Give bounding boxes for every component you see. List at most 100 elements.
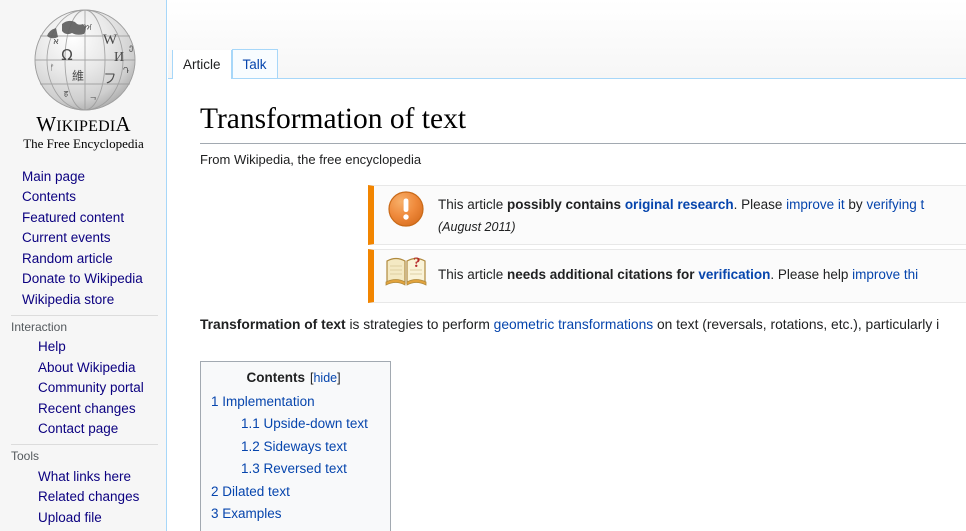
content-area: Article Talk Transformation of text From… — [168, 0, 966, 531]
toc-toggle-bracket-close: ] — [337, 370, 341, 385]
table-of-contents: Contents [hide] 1 Implementation 1.1 Upsi… — [200, 360, 392, 531]
tab-talk[interactable]: Talk — [231, 49, 278, 78]
list-item: Help — [0, 337, 166, 358]
sidebar-heading-tools: Tools — [11, 444, 158, 465]
list-item: Donate to Wikipedia — [0, 269, 166, 290]
sidebar-item-community-portal[interactable]: Community portal — [0, 378, 166, 399]
sidebar-item-recent-changes[interactable]: Recent changes — [0, 398, 166, 419]
ambox-text: This article possibly contains original … — [438, 186, 924, 244]
toc-item-reversed-text: 1.3 Reversed text — [211, 458, 376, 481]
wikipedia-globe-puzzle-icon: W Ω И 維 フ א ਅ ე ᚠ ह ᄀ Դ — [34, 9, 136, 111]
toc-heading: Contents [hide] — [211, 369, 376, 391]
toc-item-implementation: 1 Implementation — [211, 391, 376, 414]
toc-number: 1.3 — [241, 461, 260, 477]
lead-paragraph: Transformation of text is strategies to … — [200, 315, 966, 335]
toc-number: 2 — [211, 483, 219, 499]
lead-part-2: on text (reversals, rotations, etc.), pa… — [653, 316, 940, 332]
toc-number: 1.2 — [241, 438, 260, 454]
toc-link[interactable]: 2 Dilated text — [211, 484, 290, 499]
svg-text:Դ: Դ — [123, 66, 129, 75]
ambox-seg-1: possibly contains — [507, 196, 625, 212]
sidebar-list-interaction: Help About Wikipedia Community portal Re… — [0, 337, 166, 440]
toc-label: Dilated text — [222, 483, 290, 499]
sidebar-item-random-article[interactable]: Random article — [0, 248, 166, 269]
toc-link[interactable]: 3 Examples — [211, 506, 282, 521]
toc-item-sideways-text: 1.2 Sideways text — [211, 436, 376, 459]
sidebar-item-current-events[interactable]: Current events — [0, 228, 166, 249]
ambox-seg-0: This article — [438, 196, 508, 212]
list-item: Community portal — [0, 378, 166, 399]
list-item: Featured content — [0, 207, 166, 228]
list-item: Current events — [0, 228, 166, 249]
ambox-icon-cell — [374, 186, 438, 232]
sidebar-item-what-links-here[interactable]: What links here — [0, 466, 166, 487]
list-item: Recent changes — [0, 398, 166, 419]
list-item: Wikipedia store — [0, 289, 166, 310]
toc-link[interactable]: 1.1 Upside-down text — [241, 416, 368, 431]
ambox-date: (August 2011) — [438, 219, 516, 234]
ambox-icon-cell: ? — [374, 250, 438, 292]
svg-text:ᚠ: ᚠ — [50, 63, 55, 72]
sidebar-item-donate[interactable]: Donate to Wikipedia — [0, 269, 166, 290]
ambox-text: This article needs additional citations … — [438, 250, 918, 291]
toc-item-dilated-text: 2 Dilated text — [211, 481, 376, 504]
toc-link[interactable]: 1.2 Sideways text — [241, 439, 347, 454]
svg-text:フ: フ — [103, 72, 116, 87]
toc-label: Examples — [222, 506, 282, 522]
list-item: About Wikipedia — [0, 357, 166, 378]
toc-item-upside-down-text: 1.1 Upside-down text — [211, 413, 376, 436]
toc-label: Reversed text — [263, 461, 347, 477]
sidebar-section-tools: Tools What links here Related changes Up… — [0, 444, 166, 528]
sidebar-item-wikipedia-store[interactable]: Wikipedia store — [0, 289, 166, 310]
sidebar-item-contents[interactable]: Contents — [0, 187, 166, 208]
svg-text:И: И — [114, 50, 124, 65]
toc-list: 1 Implementation 1.1 Upside-down text 1.… — [211, 391, 376, 531]
ambox-link-improve-it[interactable]: improve it — [786, 197, 845, 212]
sidebar-navigation: Main page Contents Featured content Curr… — [0, 160, 166, 528]
ambox-needs-citations: ? This article needs additional citation… — [368, 248, 966, 303]
toc-number: 3 — [211, 506, 219, 522]
toc-item-examples: 3 Examples — [211, 503, 376, 526]
toc-number: 1 — [211, 393, 219, 409]
lead-link-geometric-transformations[interactable]: geometric transformations — [494, 317, 654, 332]
sidebar-heading-interaction: Interaction — [11, 314, 158, 336]
ambox-seg-3: . Please help — [770, 266, 853, 282]
article-body: Transformation of text From Wikipedia, t… — [168, 101, 966, 531]
sidebar-item-main-page[interactable]: Main page — [0, 166, 166, 187]
toc-label: Implementation — [222, 393, 315, 409]
sidebar-list-navigation: Main page Contents Featured content Curr… — [0, 166, 166, 310]
ambox-link-verifying[interactable]: verifying t — [866, 197, 924, 212]
ambox-link-original-research[interactable]: original research — [625, 197, 734, 212]
svg-text:維: 維 — [72, 69, 84, 83]
toc-link[interactable]: 1 Implementation — [211, 394, 315, 409]
ambox-link-improve-this[interactable]: improve thi — [852, 267, 918, 282]
lead-bold-term: Transformation of text — [200, 316, 346, 332]
svg-text:ᄀ: ᄀ — [89, 96, 96, 105]
sidebar-item-help[interactable]: Help — [0, 337, 166, 358]
sidebar-item-upload-file[interactable]: Upload file — [0, 507, 166, 528]
tab-article[interactable]: Article — [172, 50, 232, 79]
sidebar-item-related-changes[interactable]: Related changes — [0, 487, 166, 508]
list-item: Contact page — [0, 419, 166, 440]
sidebar-section-navigation: Main page Contents Featured content Curr… — [0, 166, 166, 310]
ambox-link-verification[interactable]: verification — [698, 267, 770, 282]
svg-text:א: א — [53, 37, 59, 47]
sidebar-list-tools: What links here Related changes Upload f… — [0, 466, 166, 528]
wordmark-tagline: The Free Encyclopedia — [23, 136, 144, 151]
list-item: Contents — [0, 187, 166, 208]
sidebar-item-featured-content[interactable]: Featured content — [0, 207, 166, 228]
sidebar-item-contact-page[interactable]: Contact page — [0, 419, 166, 440]
tab-bar: Article Talk — [168, 0, 966, 79]
wikipedia-logo[interactable]: W Ω И 維 フ א ਅ ე ᚠ ह ᄀ Դ WIKIPEDIA The Fr… — [0, 0, 166, 160]
svg-text:ਅ: ਅ — [83, 23, 92, 33]
list-item: What links here — [0, 466, 166, 487]
list-item: Main page — [0, 166, 166, 187]
toc-toggle-link[interactable]: hide — [313, 371, 337, 385]
sidebar-item-about-wikipedia[interactable]: About Wikipedia — [0, 357, 166, 378]
lead-part-1: is strategies to perform — [345, 316, 494, 332]
ambox-seg-3: . Please — [733, 196, 787, 212]
toc-item-comparison-of-algorithms: 4 Comparison of algorithms — [211, 526, 376, 531]
toc-toggle[interactable]: [hide] — [310, 371, 341, 385]
ambox-seg-0: This article — [438, 266, 508, 282]
toc-link[interactable]: 1.3 Reversed text — [241, 461, 347, 476]
